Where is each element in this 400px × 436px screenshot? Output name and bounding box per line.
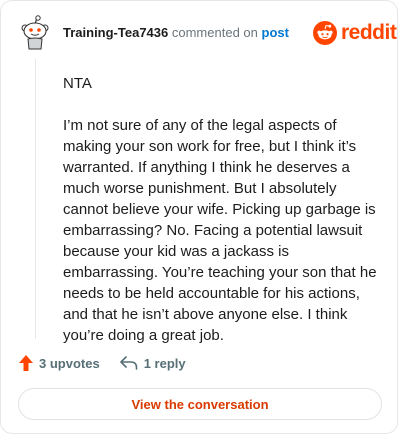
view-conversation-button[interactable]: View the conversation [18, 388, 382, 420]
username[interactable]: Training-Tea7436 [63, 25, 168, 40]
comment-actions: 3 upvotes 1 reply [19, 355, 186, 371]
comment-header: Training-Tea7436 commented on post [63, 25, 289, 41]
snoo-avatar-icon[interactable] [19, 15, 51, 51]
reddit-snoo-icon [313, 21, 337, 45]
replies-count: 1 reply [143, 355, 186, 371]
upvote-button[interactable]: 3 upvotes [19, 355, 100, 371]
reply-button[interactable]: 1 reply [119, 355, 186, 371]
thread-line [35, 59, 36, 339]
post-link[interactable]: post [262, 25, 289, 40]
comment-card: Training-Tea7436 commented on post reddi… [0, 0, 398, 434]
upvotes-count: 3 upvotes [39, 355, 100, 371]
reply-arrow-icon [119, 356, 137, 370]
action-text: commented on [171, 25, 258, 40]
upvote-arrow-icon [19, 355, 33, 371]
comment-body: NTA I’m not sure of any of the legal asp… [63, 73, 385, 346]
reddit-brand[interactable]: reddit [313, 21, 397, 45]
reddit-wordmark: reddit [341, 21, 397, 44]
comment-paragraph: NTA [63, 75, 92, 92]
comment-paragraph: I’m not sure of any of the legal aspects… [63, 117, 377, 344]
